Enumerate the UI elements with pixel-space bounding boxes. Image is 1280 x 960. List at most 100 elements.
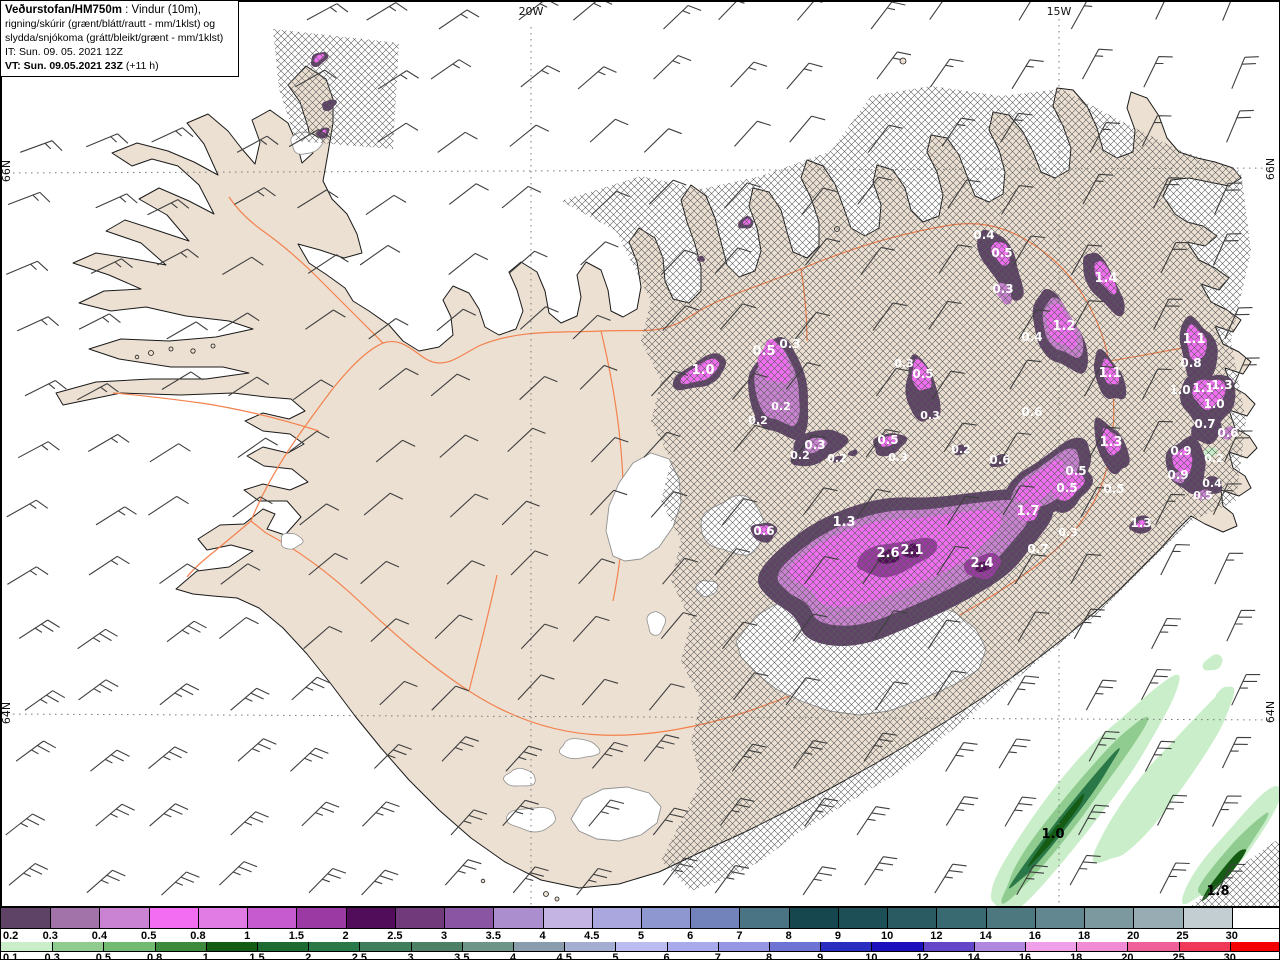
colorbar-tick-label: 16 xyxy=(1028,930,1041,942)
svg-text:1.0: 1.0 xyxy=(1169,383,1190,397)
weather-map-page: 0.2 0.2 0.2 0.3 0.2 1.0 0.5 0.3 0.3 0.5 0.3 0.5 0.3 0… xyxy=(0,0,1280,960)
colorbar-cell xyxy=(936,908,986,928)
colorbar-tick-label: 1.5 xyxy=(288,930,305,942)
colorbar-tick-label: 6 xyxy=(663,952,670,960)
colorbar-cell xyxy=(257,942,309,951)
colorbar-cell xyxy=(345,908,395,928)
svg-text:0.5: 0.5 xyxy=(1065,464,1086,478)
colorbar-cell xyxy=(641,908,691,928)
svg-text:1.0: 1.0 xyxy=(691,363,714,378)
colorbar-rain-labels: 0.1 0.3 0.5 0.8 1 1.5 2 2.5 3 3.5 4 4.5 5 6 7 8 9 10 12 14 1… xyxy=(1,952,1279,960)
colorbar-tick-label: 7 xyxy=(736,930,743,942)
colorbar-cell xyxy=(50,908,100,928)
svg-text:1.3: 1.3 xyxy=(1211,378,1232,392)
colorbar-cell xyxy=(1,942,53,951)
colorbar-tick-label: 4.5 xyxy=(584,930,600,942)
colorbar-tick-label: 3 xyxy=(407,952,414,960)
colorbar-cell xyxy=(1231,908,1279,928)
colorbar-cell xyxy=(887,908,937,928)
svg-text:1.7: 1.7 xyxy=(1016,504,1039,519)
colorbar-cell xyxy=(690,908,740,928)
svg-text:20W: 20W xyxy=(519,5,544,18)
svg-text:0.5: 0.5 xyxy=(1056,481,1077,495)
colorbar-tick-label: 2.5 xyxy=(351,952,368,960)
colorbar-tick-label: 0.3 xyxy=(42,930,58,942)
colorbar-tick-label: 20 xyxy=(1121,952,1134,960)
svg-text:1.1: 1.1 xyxy=(1098,366,1121,381)
svg-text:0.8: 0.8 xyxy=(1180,356,1201,370)
svg-text:2.1: 2.1 xyxy=(900,543,923,558)
colorbar-tick-label: 18 xyxy=(1070,952,1083,960)
colorbar-cell xyxy=(922,942,974,951)
colorbar-cell xyxy=(739,908,789,928)
legend-line-rain: rigning/skúrir (grænt/blátt/rautt - mm/1… xyxy=(5,18,216,30)
colorbar-cell xyxy=(52,942,104,951)
colorbar-cell xyxy=(1084,908,1134,928)
colorbar-tick-label: 25 xyxy=(1172,952,1185,960)
colorbar-cell xyxy=(247,908,297,928)
svg-text:0.6: 0.6 xyxy=(1217,426,1238,440)
svg-text:0.3: 0.3 xyxy=(888,451,908,464)
colorbar-cell xyxy=(493,908,543,928)
svg-text:0.2: 0.2 xyxy=(748,414,768,427)
svg-text:0.3: 0.3 xyxy=(992,282,1013,296)
colorbar-tick-label: 4 xyxy=(509,952,517,960)
svg-text:0.7: 0.7 xyxy=(1027,542,1048,556)
svg-text:0.7: 0.7 xyxy=(1194,417,1215,431)
colorbar-cell xyxy=(985,908,1035,928)
svg-text:0.5: 0.5 xyxy=(1103,482,1124,496)
svg-text:2.6: 2.6 xyxy=(876,546,899,561)
colorbar-tick-label: 1 xyxy=(202,952,209,960)
svg-text:1.4: 1.4 xyxy=(1094,271,1117,286)
colorbar-tick-label: 16 xyxy=(1018,952,1032,960)
colorbar-tick-label: 1 xyxy=(244,930,251,942)
svg-text:0.5: 0.5 xyxy=(912,367,933,381)
colorbar-tick-label: 7 xyxy=(714,952,721,960)
svg-text:0.9: 0.9 xyxy=(1167,468,1188,482)
svg-text:1.0: 1.0 xyxy=(1203,397,1224,411)
colorbar-cell xyxy=(1178,942,1230,951)
svg-text:1.3: 1.3 xyxy=(832,515,855,530)
colorbar-tick-label: 2.5 xyxy=(387,930,403,942)
svg-text:1.3: 1.3 xyxy=(1099,435,1122,450)
svg-text:0.2: 0.2 xyxy=(771,400,791,413)
svg-text:0.2: 0.2 xyxy=(951,443,971,456)
colorbar-tick-label: 10 xyxy=(881,930,894,942)
colorbar-cell xyxy=(103,942,155,951)
svg-text:0.3: 0.3 xyxy=(894,357,914,370)
colorbar-tick-label: 18 xyxy=(1077,930,1091,942)
colorbar-tick-label: 14 xyxy=(967,952,980,960)
colorbar-tick-label: 2 xyxy=(342,930,349,942)
svg-text:0.2: 0.2 xyxy=(827,452,847,465)
colorbar-cell xyxy=(1076,942,1128,951)
colorbar-tick-label: 6 xyxy=(687,930,694,942)
colorbar-cell xyxy=(837,908,888,928)
legend-valid-time: VT: Sun. 09.05.2021 23Z (+11 h) xyxy=(5,60,159,72)
colorbar-tick-label: 20 xyxy=(1127,930,1140,942)
colorbar-cell xyxy=(394,908,445,928)
legend-box: Veðurstofan/HM750m : Vindur (10m), rigni… xyxy=(1,1,239,77)
colorbar-tick-label: 5 xyxy=(637,930,645,942)
colorbar-tick-label: 9 xyxy=(834,930,841,942)
colorbar-tick-label: 3 xyxy=(441,930,448,942)
colorbar-cell xyxy=(308,942,360,951)
colorbar-cell xyxy=(871,942,923,951)
svg-text:0.3: 0.3 xyxy=(779,337,800,351)
colorbar-cell xyxy=(444,908,494,928)
svg-text:64N: 64N xyxy=(1,702,13,724)
colorbar-cell xyxy=(542,908,592,928)
colorbar-cell xyxy=(820,942,872,951)
colorbar-tick-label: 8 xyxy=(765,952,773,960)
colorbar-tick-label: 12 xyxy=(916,952,929,960)
colorbar-cell xyxy=(1229,942,1279,951)
colorbar-cell xyxy=(154,942,206,951)
svg-text:0.5: 0.5 xyxy=(991,246,1012,260)
colorbar-cell xyxy=(1182,908,1232,928)
colorbar-tick-label: 3.5 xyxy=(454,952,470,960)
legend-title: Veðurstofan/HM750m : Vindur (10m), xyxy=(5,4,201,16)
colorbar-cell xyxy=(1,908,51,928)
svg-text:0.5: 0.5 xyxy=(877,433,898,447)
colorbar-tick-label: 8 xyxy=(785,930,792,942)
colorbar-tick-label: 10 xyxy=(865,952,878,960)
colorbar-tick-label: 3.5 xyxy=(485,930,501,942)
